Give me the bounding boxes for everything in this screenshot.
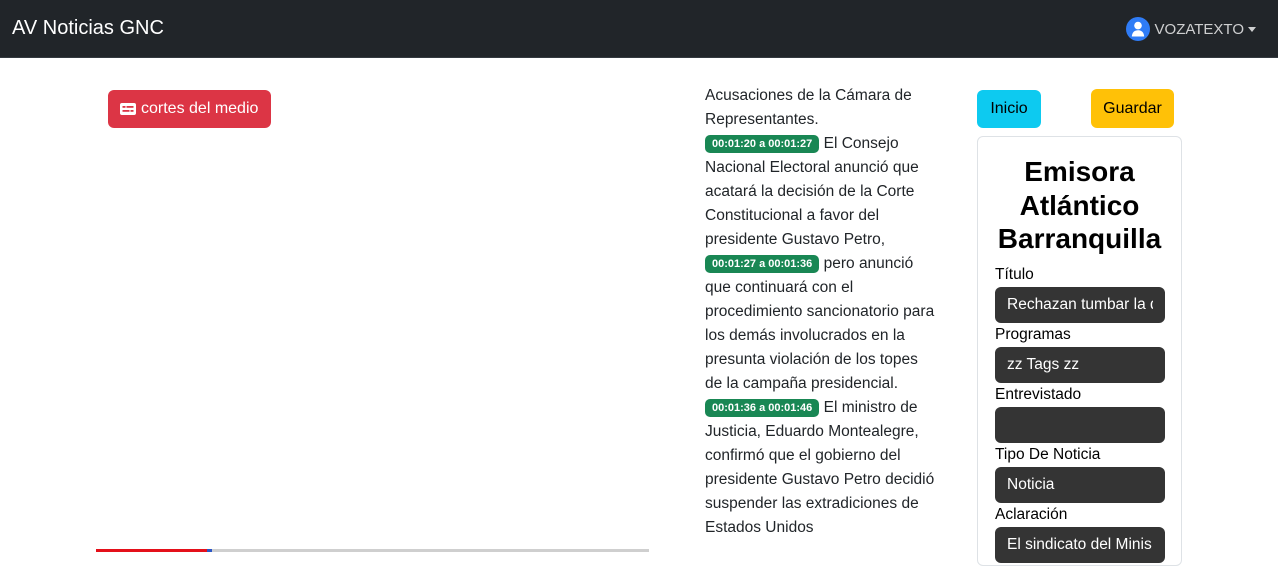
tipo-de-noticia-input[interactable]: [995, 467, 1165, 503]
chevron-down-icon: [1248, 26, 1256, 32]
timestamp-badge[interactable]: 00:01:20 a 00:01:27: [705, 135, 820, 153]
timestamp-badge[interactable]: 00:01:36 a 00:01:46: [705, 399, 820, 417]
station-title: Emisora Atlántico Barranquilla: [997, 156, 1162, 254]
cortes-del-medio-button[interactable]: cortes del medio: [108, 90, 272, 128]
user-name: VOZATEXTO: [1154, 20, 1244, 38]
entrevistado-field: Entrevistado: [995, 385, 1165, 443]
tipo-de-noticia-label: Tipo De Noticia: [995, 446, 1101, 463]
aclaracion-field: Aclaración: [995, 505, 1165, 563]
timestamp-badge[interactable]: 00:01:27 a 00:01:36: [705, 255, 820, 273]
aclaracion-label: Aclaración: [995, 506, 1068, 523]
programas-label: Programas: [995, 326, 1071, 343]
top-navbar: AV Noticias GNC VOZATEXTO: [0, 0, 1278, 58]
metadata-panel: Emisora Atlántico Barranquilla Título Pr…: [977, 136, 1182, 566]
user-avatar-icon: [1125, 17, 1150, 41]
titulo-input[interactable]: [995, 287, 1165, 323]
entrevistado-input[interactable]: [995, 407, 1165, 443]
closed-captions-icon: [120, 103, 136, 115]
programas-field: Programas: [995, 325, 1165, 383]
entrevistado-label: Entrevistado: [995, 386, 1082, 403]
aclaracion-input[interactable]: [995, 527, 1165, 563]
transcript-panel: Acusaciones de la Cámara de Representant…: [705, 84, 937, 540]
programas-input[interactable]: [995, 347, 1165, 383]
inicio-button[interactable]: Inicio: [977, 90, 1041, 128]
app-brand[interactable]: AV Noticias GNC: [12, 17, 164, 40]
transcript-intro: Acusaciones de la Cámara de Representant…: [705, 87, 912, 128]
transcript-segment-text: pero anunció que continuará con el proce…: [705, 255, 935, 392]
user-menu[interactable]: VOZATEXTO: [1125, 17, 1256, 41]
transcript-segment-text: El ministro de Justicia, Eduardo Monteal…: [705, 399, 935, 536]
guardar-button[interactable]: Guardar: [1091, 89, 1174, 128]
tipo-de-noticia-field: Tipo De Noticia: [995, 445, 1165, 503]
cortes-del-medio-label: cortes del medio: [141, 100, 259, 117]
titulo-field: Título: [995, 265, 1165, 323]
titulo-label: Título: [995, 266, 1034, 283]
